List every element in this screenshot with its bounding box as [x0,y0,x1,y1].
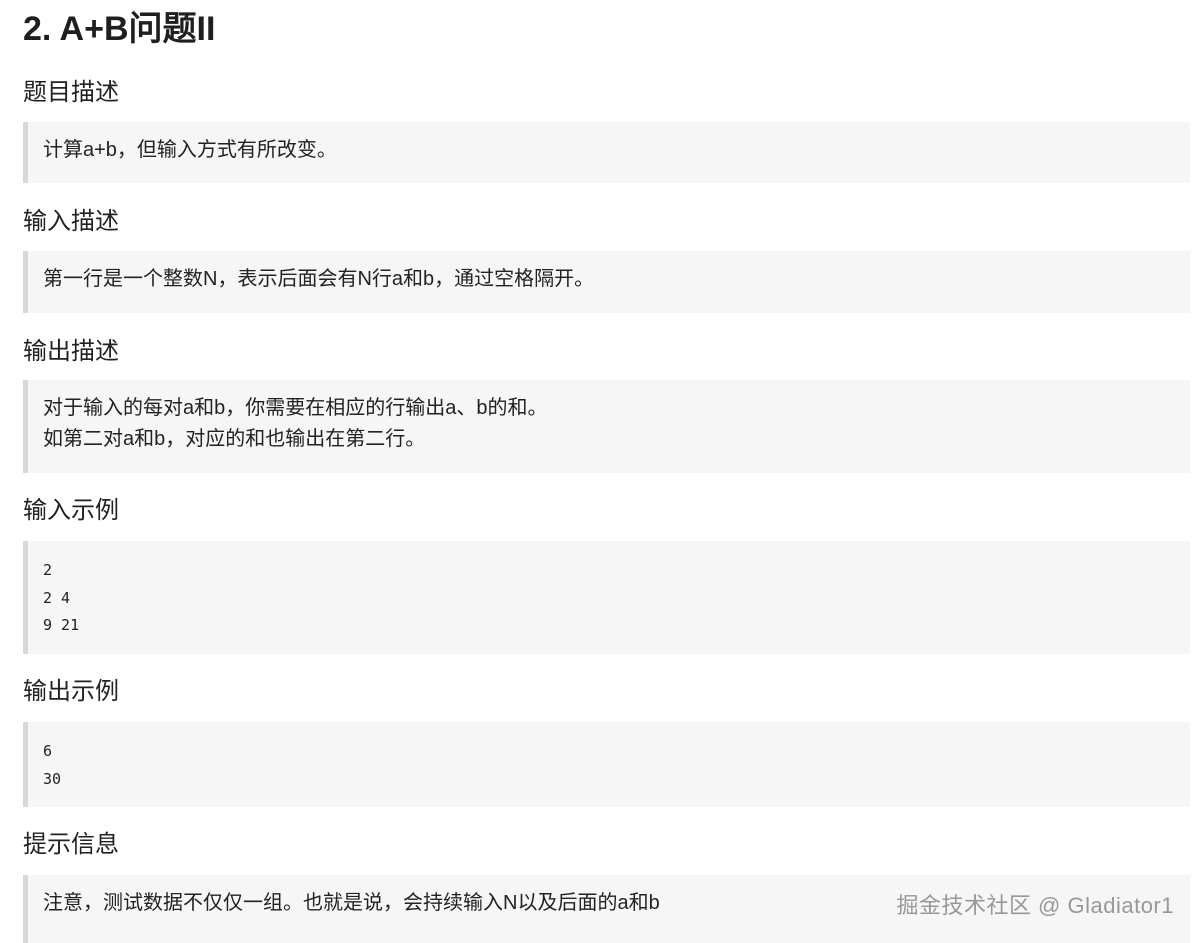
section-heading-description: 题目描述 [23,79,119,106]
problem-page: 2. A+B问题II 题目描述 计算a+b，但输入方式有所改变。 输入描述 第一… [23,0,1190,943]
sample-input-line: 9 21 [43,616,80,634]
section-heading-input: 输入描述 [23,208,119,235]
section-heading-sample-output: 输出示例 [23,678,119,705]
watermark-text: 掘金技术社区 @ Gladiator1 [896,893,1174,918]
input-description-block: 第一行是一个整数N，表示后面会有N行a和b，通过空格隔开。 [23,251,1190,313]
description-text: 计算a+b，但输入方式有所改变。 [43,139,337,161]
sample-output-line: 6 [43,742,53,760]
page-title: 2. A+B问题II [23,10,216,48]
sample-output-line: 30 [43,769,62,788]
sample-input-line: 2 4 [43,588,71,607]
sample-output-code-block[interactable]: 6 30 [23,722,1190,807]
sample-input-code-block[interactable]: 2 2 4 9 21 [23,541,1190,654]
description-block: 计算a+b，但输入方式有所改变。 [23,122,1190,183]
sample-input-line: 2 [43,561,53,579]
output-description-line-1: 对于输入的每对a和b，你需要在相应的行输出a、b的和。 [43,397,548,419]
section-heading-hint: 提示信息 [23,831,119,858]
section-heading-sample-input: 输入示例 [23,497,119,524]
section-heading-output: 输出描述 [23,338,119,365]
output-description-block: 对于输入的每对a和b，你需要在相应的行输出a、b的和。 如第二对a和b，对应的和… [23,380,1190,473]
output-description-line-2: 如第二对a和b，对应的和也输出在第二行。 [43,428,426,450]
input-description-text: 第一行是一个整数N，表示后面会有N行a和b，通过空格隔开。 [43,268,595,290]
